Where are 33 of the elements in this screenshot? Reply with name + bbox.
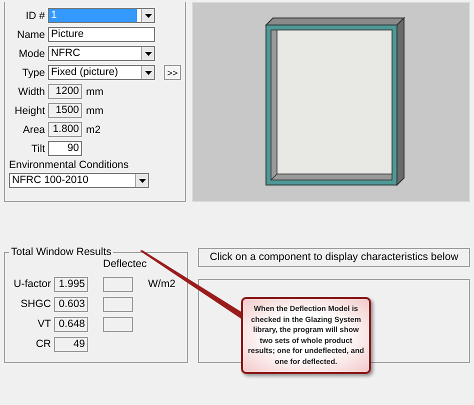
number-field[interactable]: 90: [48, 141, 82, 156]
value-field: 1200: [48, 84, 82, 99]
value-field: 1.800: [48, 122, 82, 137]
dropdown-field[interactable]: Fixed (picture): [48, 65, 155, 80]
dropdown-field[interactable]: NFRC: [48, 46, 155, 61]
result-label: SHGC: [20, 298, 51, 310]
value-field: 49: [54, 336, 88, 352]
dropdown-field[interactable]: NFRC 100-2010: [9, 173, 149, 188]
unit-label: mm: [86, 104, 104, 116]
value-field: 1500: [48, 103, 82, 118]
field-label: Tilt: [30, 142, 45, 154]
field-label: ID #: [24, 10, 45, 22]
field-label: Type: [21, 66, 45, 78]
unit-label: m2: [86, 124, 101, 136]
field-label: Environmental Conditions: [9, 159, 130, 171]
details-button[interactable]: >>: [164, 65, 181, 80]
value-field: 1.995: [54, 276, 88, 292]
text-field[interactable]: Picture: [48, 27, 155, 42]
result-label: U-factor: [12, 278, 51, 290]
field-label: Height: [14, 104, 45, 116]
unit-label: mm: [86, 86, 104, 98]
value-field: 0.648: [54, 316, 88, 332]
column-header: Deflectec: [103, 258, 147, 270]
field-label: Width: [17, 86, 45, 98]
unit-label: W/m2: [148, 278, 176, 290]
value-field: 0.603: [54, 296, 88, 312]
field-label: Mode: [18, 48, 45, 60]
hint-bar: Click on a component to display characteristics below: [198, 248, 470, 267]
field-label: Area: [22, 124, 45, 136]
field-label: Name: [16, 28, 45, 40]
result-label: CR: [34, 338, 51, 350]
result-label: VT: [36, 318, 51, 330]
group-title: Total Window Results: [10, 246, 112, 258]
